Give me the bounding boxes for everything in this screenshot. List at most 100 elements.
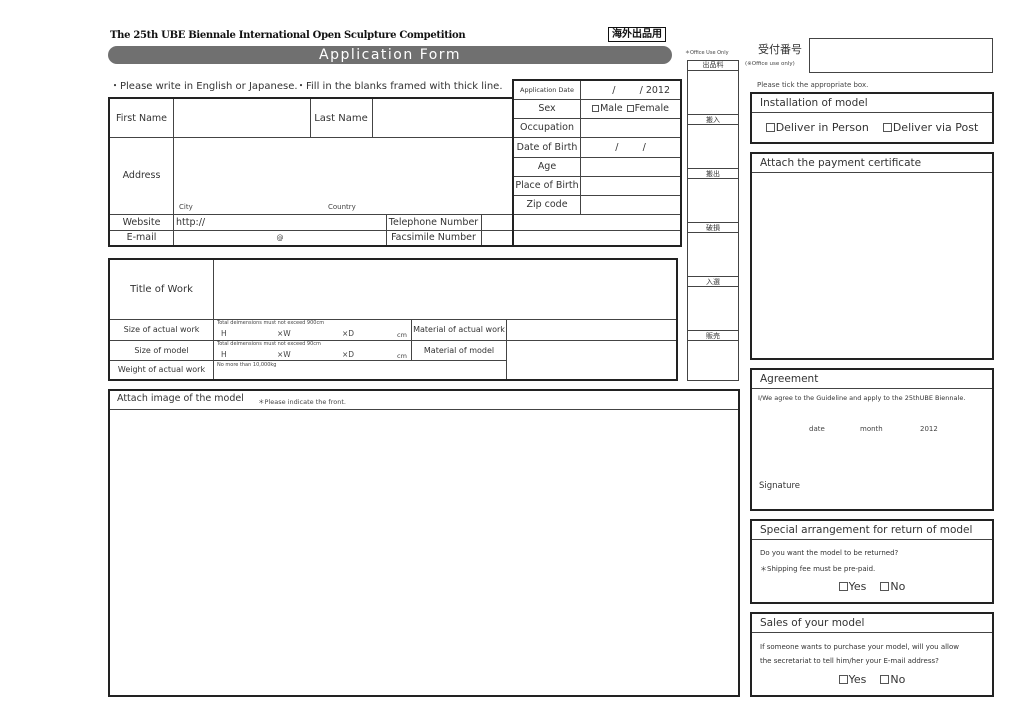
agreement-date-label: date <box>809 425 825 433</box>
sales-question-line-1: If someone wants to purchase your model,… <box>760 643 960 651</box>
sales-panel: Sales of your model If someone wants to … <box>750 612 994 697</box>
title-of-work-field[interactable] <box>214 260 676 319</box>
office-fee-label: 出品料 <box>688 60 738 71</box>
signature-label: Signature <box>759 481 801 491</box>
instruction-thick-line: ・Fill in the blanks framed with thick li… <box>296 81 503 92</box>
checkbox-icon[interactable] <box>592 105 600 112</box>
reception-number-note: (※Office use only) <box>745 61 795 67</box>
office-selected-label: 入選 <box>688 276 738 287</box>
website-label: Website <box>122 216 161 228</box>
reception-number-label: 受付番号 <box>758 43 802 56</box>
checkbox-icon[interactable] <box>765 123 775 132</box>
email-field[interactable]: @ <box>174 230 386 245</box>
sales-question-line-2: the secretariat to tell him/her your E-m… <box>760 657 939 665</box>
payment-certificate-panel[interactable]: Attach the payment certificate <box>750 152 994 360</box>
model-size-note: Total deimensions must not exceed 90cm <box>217 341 321 347</box>
material-actual-field[interactable] <box>507 319 676 340</box>
actual-size-label: Size of actual work <box>123 325 200 334</box>
agreement-title: Agreement <box>752 370 992 389</box>
actual-size-note: Total deimensions must not exceed 900cm <box>217 320 325 326</box>
last-name-field[interactable] <box>373 99 511 137</box>
image-section-label: Attach image of the model <box>117 393 244 404</box>
installation-panel: Installation of model Deliver in Person … <box>750 92 994 144</box>
model-size-w: ×W <box>277 350 291 359</box>
instruction-language: ・Please write in English or Japanese. <box>110 81 298 92</box>
sales-title: Sales of your model <box>752 614 992 633</box>
sales-yes-option[interactable]: Yes <box>838 673 866 686</box>
sex-options: Male Female <box>581 99 680 118</box>
reception-number-field[interactable] <box>809 38 993 73</box>
checkbox-icon[interactable] <box>882 123 892 132</box>
sex-label: Sex <box>538 103 556 114</box>
telephone-label: Telephone Number <box>388 216 479 228</box>
model-size-d: ×D <box>342 350 355 359</box>
office-use-column: 出品料 搬入 搬出 破損 入選 販売 <box>687 60 739 381</box>
actual-size-w: ×W <box>277 329 291 338</box>
tick-box-hint: Please tick the appropriate box. <box>757 81 869 89</box>
return-model-title: Special arrangement for return of model <box>752 521 992 540</box>
return-model-panel: Special arrangement for return of model … <box>750 519 994 604</box>
email-label: E-mail <box>126 232 157 243</box>
signature-field[interactable] <box>812 470 987 495</box>
office-damage-label: 破損 <box>688 222 738 233</box>
sex-option-male[interactable]: Male <box>592 103 623 114</box>
payment-certificate-title: Attach the payment certificate <box>752 154 992 173</box>
overseas-badge: 海外出品用 <box>608 27 666 42</box>
office-delivery-out-label: 搬出 <box>688 168 738 179</box>
age-label: Age <box>537 161 557 172</box>
actual-size-unit: cm <box>397 331 407 339</box>
date-of-birth-label: Date of Birth <box>516 141 578 153</box>
sex-option-female[interactable]: Female <box>626 103 669 114</box>
checkbox-icon[interactable] <box>880 582 890 591</box>
office-use-note: ＊Office Use Only <box>685 50 729 56</box>
sales-no-option[interactable]: No <box>880 673 905 686</box>
agreement-year: 2012 <box>920 425 938 433</box>
office-delivery-in-label: 搬入 <box>688 114 738 125</box>
agreement-month-label: month <box>860 425 883 433</box>
first-name-field[interactable] <box>174 99 310 137</box>
image-attachment-area[interactable] <box>108 389 740 697</box>
country-label: Country <box>328 203 356 211</box>
weight-field[interactable] <box>214 361 506 379</box>
city-label: City <box>179 203 193 211</box>
actual-size-d: ×D <box>342 329 355 338</box>
agreement-panel: Agreement I/We agree to the Guideline an… <box>750 368 994 511</box>
material-model-field[interactable] <box>507 341 676 379</box>
form-title-banner: Application Form <box>108 46 672 64</box>
material-actual-label: Material of actual work <box>413 325 505 334</box>
model-size-label: Size of model <box>134 345 189 355</box>
checkbox-icon[interactable] <box>838 675 848 684</box>
place-of-birth-field[interactable] <box>581 176 680 195</box>
checkbox-icon[interactable] <box>626 105 634 112</box>
return-no-option[interactable]: No <box>880 580 905 593</box>
date-of-birth-field[interactable]: / / <box>581 137 680 157</box>
first-name-label: First Name <box>115 112 168 124</box>
age-field[interactable] <box>581 157 680 176</box>
actual-size-h: H <box>221 329 227 338</box>
weight-label: Weight of actual work <box>117 365 206 374</box>
image-section-note: ＊Please indicate the front. <box>258 398 346 406</box>
model-size-unit: cm <box>397 352 407 360</box>
deliver-in-person-option[interactable]: Deliver in Person <box>765 121 869 134</box>
title-of-work-label: Title of Work <box>130 284 193 295</box>
last-name-label: Last Name <box>314 112 368 124</box>
zip-code-field[interactable] <box>581 195 680 214</box>
website-field[interactable]: http:// <box>176 214 384 230</box>
occupation-field[interactable] <box>581 118 680 137</box>
facsimile-label: Facsimile Number <box>391 232 476 243</box>
application-date-field[interactable]: / / 2012 <box>581 81 680 99</box>
installation-title: Installation of model <box>752 94 992 113</box>
return-yes-option[interactable]: Yes <box>838 580 866 593</box>
zip-code-label: Zip code <box>526 199 568 210</box>
place-of-birth-label: Place of Birth <box>515 180 579 191</box>
checkbox-icon[interactable] <box>880 675 890 684</box>
material-model-label: Material of model <box>423 345 495 355</box>
return-model-question: Do you want the model to be returned? <box>760 549 899 557</box>
checkbox-icon[interactable] <box>838 582 848 591</box>
deliver-via-post-option[interactable]: Deliver via Post <box>882 121 978 134</box>
agreement-text: I/We agree to the Guideline and apply to… <box>758 394 966 402</box>
office-sales-label: 販売 <box>688 330 738 341</box>
address-label: Address <box>122 170 161 181</box>
occupation-label: Occupation <box>520 122 574 133</box>
application-date-label: Application Date <box>520 86 574 94</box>
